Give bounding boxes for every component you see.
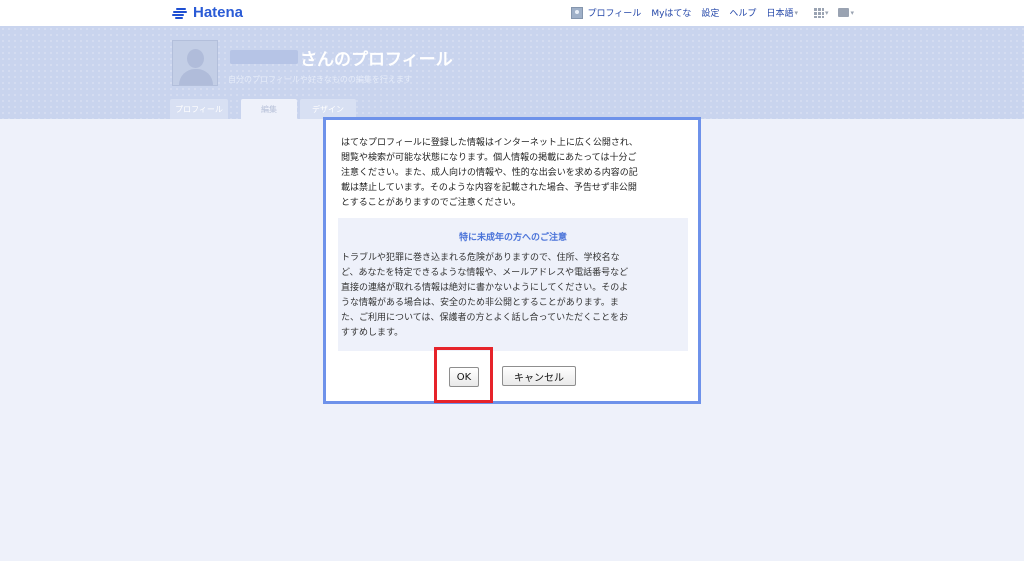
hatena-logo[interactable]: Hatena [172,4,246,21]
notice-body: トラブルや犯罪に巻き込まれる危険がありますので、住所、学校名な ど、あなたを特定… [341,251,685,341]
tab-design[interactable]: デザイン [300,99,356,119]
profile-header-band [0,26,1024,119]
nav-my-hatena[interactable]: Myはてな [651,6,691,19]
notifications-menu[interactable]: ▾ [838,8,854,17]
ok-button-highlight [434,347,493,403]
intro-line: 注意ください。また、成人向けの情報や、性的な出会いを求める内容の記 [341,168,638,178]
publish-warning-dialog: はてなプロフィールに登録した情報はインターネット上に広く公開され、 閲覧や検索が… [323,117,701,404]
dialog-intro-text: はてなプロフィールに登録した情報はインターネット上に広く公開され、 閲覧や検索が… [341,136,691,211]
grid-icon [813,7,824,18]
speech-bubble-icon [838,8,850,17]
profile-avatar [172,40,218,86]
avatar-head-icon [187,49,204,68]
notice-line: すすめします。 [341,328,404,338]
notice-line: うな情報がある場合は、安全のため非公開とすることがあります。ま [341,298,619,308]
page-subtitle: 自分のプロフィールや好きなものの編集を行えます [228,75,412,84]
intro-line: はてなプロフィールに登録した情報はインターネット上に広く公開され、 [341,138,638,148]
chevron-down-icon: ▾ [824,8,829,17]
intro-line: 閲覧や検索が可能な状態になります。個人情報の掲載にあたっては十分ご [341,153,637,163]
user-avatar-icon [571,6,584,19]
cancel-button[interactable]: キャンセル [502,366,576,386]
language-label: 日本語 [766,9,794,19]
nav-profile[interactable]: プロフィール [571,6,641,19]
notice-line: ど、あなたを特定できるような情報や、メールアドレスや電話番号など [341,268,629,278]
chevron-down-icon: ▾ [850,8,854,17]
global-nav: プロフィール Myはてな 設定 ヘルプ 日本語 ▾ ▾ ▾ [571,6,854,19]
chevron-down-icon: ▾ [794,8,798,17]
redacted-username [230,50,298,64]
intro-line: 載は禁止しています。そのような内容を記載された場合、予告せず非公開 [341,183,637,193]
minor-notice-box: 特に未成年の方へのご注意 トラブルや犯罪に巻き込まれる危険がありますので、住所、… [338,218,688,351]
intro-line: とすることがありますのでご注意ください。 [341,198,521,208]
hatena-mark-icon [172,7,188,19]
notice-line: 直接の連絡が取れる情報は絶対に書かないようにしてください。そのよ [341,283,629,293]
language-selector[interactable]: 日本語 ▾ [766,6,798,20]
hatena-logo-text: Hatena [191,4,246,21]
tab-edit[interactable]: 編集 [241,99,297,119]
page-title: さんのプロフィール [300,50,453,70]
global-header: Hatena プロフィール Myはてな 設定 ヘルプ 日本語 ▾ ▾ ▾ [0,0,1024,26]
notice-title: 特に未成年の方へのご注意 [458,233,567,243]
avatar-body-icon [179,69,213,85]
tab-profile[interactable]: プロフィール [170,99,228,119]
services-menu[interactable]: ▾ [813,7,829,18]
nav-help[interactable]: ヘルプ [729,6,756,19]
nav-profile-label: プロフィール [587,9,642,19]
notice-line: た、ご利用については、保護者の方とよく話し合っていただくことをお [341,313,629,323]
nav-settings[interactable]: 設定 [701,6,719,19]
notice-line: トラブルや犯罪に巻き込まれる危険がありますので、住所、学校名な [341,253,620,263]
